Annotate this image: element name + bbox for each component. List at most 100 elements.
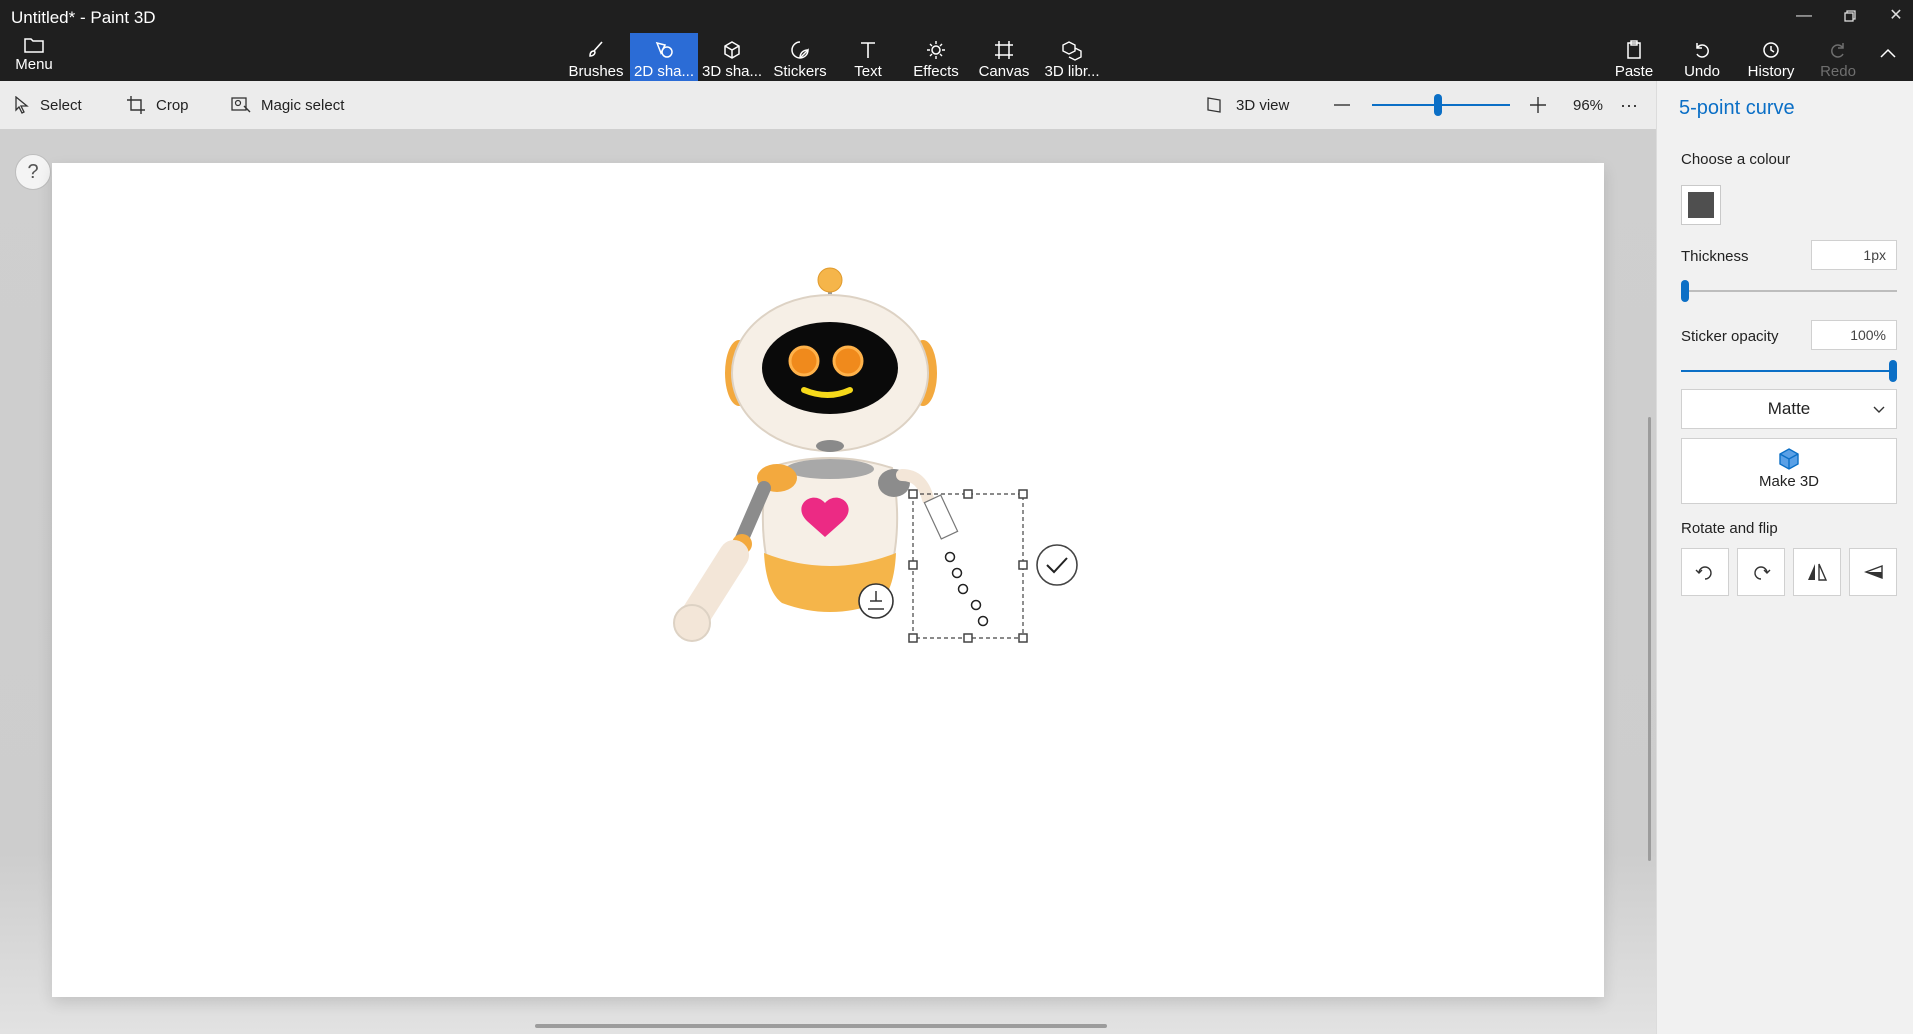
- zoom-in-button[interactable]: [1528, 81, 1548, 129]
- help-button[interactable]: ?: [15, 154, 51, 190]
- magic-select-label: Magic select: [261, 96, 345, 114]
- rotate-right-button[interactable]: [1737, 548, 1785, 596]
- resize-handle[interactable]: [908, 560, 918, 570]
- undo-button[interactable]: Undo: [1674, 33, 1730, 81]
- tool-label: Effects: [913, 63, 959, 80]
- history-button[interactable]: History: [1740, 33, 1802, 81]
- resize-handle[interactable]: [1018, 560, 1028, 570]
- flip-horizontal-button[interactable]: [1793, 548, 1841, 596]
- history-icon: [1763, 42, 1779, 58]
- zoom-slider-thumb[interactable]: [1434, 94, 1443, 116]
- tool-label: 3D libr...: [1044, 63, 1100, 80]
- canvas-icon: [995, 41, 1013, 59]
- canvas-area: ?: [0, 129, 1656, 1034]
- drawing-canvas[interactable]: [52, 163, 1604, 997]
- more-options-button[interactable]: ···: [1620, 81, 1638, 129]
- select-label: Select: [40, 96, 82, 114]
- curve-point[interactable]: [951, 567, 963, 579]
- resize-handle[interactable]: [1018, 489, 1028, 499]
- magic-select-button[interactable]: Magic select: [231, 81, 344, 129]
- thickness-slider-track[interactable]: [1681, 290, 1897, 292]
- rotate-left-icon: [1695, 566, 1712, 580]
- paste-button[interactable]: Paste: [1606, 33, 1662, 81]
- curve-selection[interactable]: [908, 489, 1078, 643]
- thickness-slider-thumb[interactable]: [1681, 280, 1689, 302]
- tool-effects[interactable]: Effects: [905, 33, 967, 81]
- curve-point[interactable]: [977, 615, 989, 627]
- redo-label: Redo: [1820, 63, 1856, 80]
- crop-button[interactable]: Crop: [126, 81, 189, 129]
- rotate-flip-label: Rotate and flip: [1681, 520, 1778, 537]
- magic-select-icon: [231, 97, 251, 113]
- resize-handle[interactable]: [1018, 633, 1028, 643]
- resize-handle[interactable]: [908, 633, 918, 643]
- rotate-handle[interactable]: [923, 494, 959, 540]
- redo-button[interactable]: Redo: [1810, 33, 1866, 81]
- thickness-label: Thickness: [1681, 248, 1749, 265]
- folder-icon: [24, 38, 44, 53]
- tool-label: Brushes: [568, 63, 624, 80]
- tool-stickers[interactable]: Stickers: [770, 33, 830, 81]
- flip-vertical-button[interactable]: [1849, 548, 1897, 596]
- tool-text[interactable]: Text: [838, 33, 898, 81]
- opacity-slider-thumb[interactable]: [1889, 360, 1897, 382]
- properties-panel: 5-point curve Choose a colour Thickness …: [1656, 81, 1913, 1034]
- undo-icon: [1696, 43, 1709, 58]
- pointer-icon: [15, 96, 29, 114]
- redo-icon: [1831, 43, 1844, 58]
- collapse-toolbar-icon[interactable]: [1878, 46, 1906, 66]
- zoom-level: 96%: [1573, 96, 1604, 114]
- commit-check-button[interactable]: [1036, 544, 1078, 586]
- window-title: Untitled* - Paint 3D: [11, 8, 156, 27]
- resize-handle[interactable]: [963, 633, 973, 643]
- 3d-view-label: 3D view: [1236, 96, 1290, 114]
- undo-label: Undo: [1684, 63, 1720, 80]
- flip-horizontal-icon: [1808, 563, 1828, 581]
- 3d-view-icon: [1207, 97, 1221, 113]
- rotate-right-icon: [1754, 566, 1771, 580]
- crop-icon: [127, 96, 145, 114]
- tool-label: Canvas: [978, 63, 1030, 80]
- zoom-out-button[interactable]: [1332, 81, 1352, 129]
- title-bar: Untitled* - Paint 3D — ✕ Menu Brushes 2D…: [0, 0, 1913, 81]
- crop-label: Crop: [156, 96, 189, 114]
- opacity-input[interactable]: 100%: [1811, 320, 1897, 350]
- curve-point[interactable]: [970, 599, 982, 611]
- flip-vertical-icon: [1864, 564, 1883, 580]
- colour-swatch-button[interactable]: [1681, 185, 1721, 225]
- rotate-left-button[interactable]: [1681, 548, 1729, 596]
- minimize-icon[interactable]: —: [1784, 4, 1824, 28]
- brush-icon: [589, 41, 603, 57]
- close-icon[interactable]: ✕: [1876, 4, 1913, 28]
- make-3d-label: Make 3D: [1758, 473, 1820, 490]
- resize-handle[interactable]: [908, 489, 918, 499]
- clipboard-icon: [1627, 40, 1641, 59]
- select-button[interactable]: Select: [14, 81, 82, 129]
- tool-label: 3D sha...: [702, 63, 762, 80]
- 3d-view-toggle[interactable]: 3D view: [1206, 81, 1289, 129]
- opacity-slider-track[interactable]: [1681, 370, 1897, 372]
- curve-point[interactable]: [944, 551, 956, 563]
- resize-handle[interactable]: [963, 489, 973, 499]
- material-dropdown[interactable]: Matte: [1681, 389, 1897, 429]
- stamp-button[interactable]: [858, 583, 894, 619]
- sun-icon: [927, 41, 945, 59]
- tool-3d-shapes[interactable]: 3D sha...: [702, 33, 762, 81]
- tool-brushes[interactable]: Brushes: [566, 33, 626, 81]
- colour-label: Choose a colour: [1681, 151, 1791, 168]
- restore-icon[interactable]: [1830, 4, 1870, 28]
- curve-point[interactable]: [957, 583, 969, 595]
- sticker-icon: [791, 41, 809, 59]
- make-3d-button[interactable]: Make 3D: [1681, 438, 1897, 504]
- robot-sticker[interactable]: [673, 267, 937, 642]
- vertical-scrollbar[interactable]: [1648, 417, 1651, 861]
- tool-canvas[interactable]: Canvas: [974, 33, 1034, 81]
- horizontal-scrollbar[interactable]: [535, 1024, 1107, 1028]
- colour-swatch: [1688, 192, 1714, 218]
- thickness-input[interactable]: 1px: [1811, 240, 1897, 270]
- panel-title: 5-point curve: [1679, 97, 1795, 119]
- tool-3d-library[interactable]: 3D libr...: [1040, 33, 1104, 81]
- menu-button[interactable]: Menu: [6, 36, 62, 84]
- tool-2d-shapes[interactable]: 2D sha...: [630, 33, 698, 81]
- material-value: Matte: [1767, 399, 1811, 418]
